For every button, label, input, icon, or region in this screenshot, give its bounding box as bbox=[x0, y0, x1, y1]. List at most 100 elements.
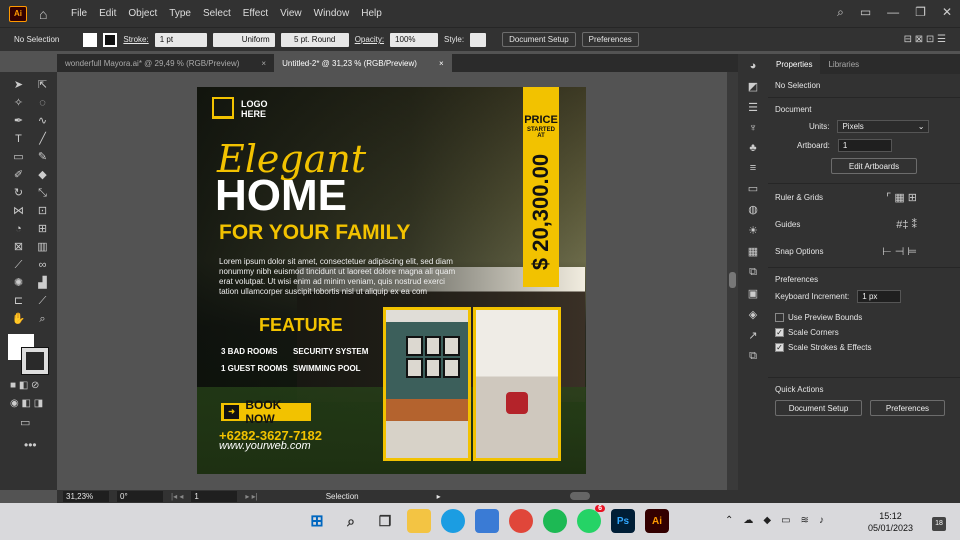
rectangle-tool-icon[interactable]: ▭ bbox=[9, 150, 28, 165]
align-icons[interactable]: ⊟ ⊠ ⊡ ☰ bbox=[904, 34, 946, 45]
zoom-tool-icon[interactable]: ⌕ bbox=[33, 312, 52, 327]
paintbrush-icon[interactable]: ✎ bbox=[33, 150, 52, 165]
menu-view[interactable]: View bbox=[280, 8, 302, 19]
color-panel-icon[interactable]: ◕ bbox=[750, 60, 757, 72]
screen-mode-icon[interactable]: ▭ bbox=[20, 416, 30, 429]
guides-icons[interactable]: #‡ ⁑ bbox=[896, 218, 917, 231]
chevron-up-icon[interactable]: ⌃ bbox=[725, 515, 733, 526]
scroll-thumb[interactable] bbox=[729, 272, 736, 288]
lasso-icon[interactable]: ◌ bbox=[33, 96, 52, 111]
draw-mode-icons[interactable]: ◉ ◧ ◨ bbox=[10, 398, 43, 409]
edit-artboards-button[interactable]: Edit Artboards bbox=[831, 158, 917, 174]
menu-type[interactable]: Type bbox=[169, 8, 191, 19]
fill-swatch[interactable] bbox=[83, 32, 98, 47]
menu-object[interactable]: Object bbox=[128, 8, 157, 19]
stroke-swatch[interactable] bbox=[103, 32, 118, 47]
menu-window[interactable]: Window bbox=[314, 8, 350, 19]
shape-builder-icon[interactable]: ◔ bbox=[9, 222, 28, 237]
photoshop-icon[interactable]: Ps bbox=[611, 509, 635, 533]
horizontal-scroll-thumb[interactable] bbox=[570, 492, 590, 500]
tab-close-icon[interactable]: × bbox=[261, 59, 266, 68]
artboard[interactable]: LOGO HERE Elegant HOME FOR YOUR FAMILY L… bbox=[197, 87, 586, 474]
artboards-panel-icon[interactable]: ⧉ bbox=[749, 266, 757, 279]
eraser-icon[interactable]: ◆ bbox=[33, 168, 52, 183]
ruler-grid-icons[interactable]: ⌜ ▦ ⊞ bbox=[886, 191, 917, 204]
windows-start-icon[interactable]: ⊞ bbox=[305, 509, 329, 533]
arrange-icon[interactable]: ▭ bbox=[860, 5, 871, 20]
line-tool-icon[interactable]: ╱ bbox=[33, 132, 52, 147]
color-guide-icon[interactable]: ◩ bbox=[748, 80, 758, 93]
chrome-icon[interactable] bbox=[509, 509, 533, 533]
tab-libraries[interactable]: Libraries bbox=[820, 54, 867, 74]
stroke-panel-icon[interactable]: ≡ bbox=[750, 162, 756, 174]
cloud-icon[interactable]: ☁ bbox=[743, 515, 753, 526]
gradient-panel-icon[interactable]: ▭ bbox=[748, 182, 758, 195]
variable-width-profile[interactable]: Uniform bbox=[212, 32, 275, 47]
stroke-color-icon[interactable] bbox=[21, 347, 49, 375]
asset-export-icon[interactable]: ⧉ bbox=[749, 350, 757, 363]
preview-bounds-checkbox[interactable] bbox=[775, 313, 784, 322]
search-icon[interactable]: ⌕ bbox=[837, 5, 844, 20]
menu-edit[interactable]: Edit bbox=[99, 8, 116, 19]
notification-count[interactable]: 18 bbox=[932, 517, 946, 531]
preferences-button[interactable]: Preferences bbox=[581, 32, 639, 47]
comments-icon[interactable]: ▣ bbox=[748, 287, 758, 300]
layers-icon[interactable]: ◈ bbox=[749, 308, 757, 321]
illustrator-taskbar-icon[interactable]: Ai bbox=[645, 509, 669, 533]
spotify-icon[interactable] bbox=[543, 509, 567, 533]
magic-wand-icon[interactable]: ✧ bbox=[9, 96, 28, 111]
perspective-grid-icon[interactable]: ⊞ bbox=[33, 222, 52, 237]
blend-tool-icon[interactable]: ∞ bbox=[33, 258, 52, 273]
graphic-styles-icon[interactable]: ▦ bbox=[748, 245, 758, 258]
rotate-tool-icon[interactable]: ↻ bbox=[9, 186, 28, 201]
symbol-sprayer-icon[interactable]: ✺ bbox=[9, 276, 28, 291]
microsoft-store-icon[interactable] bbox=[475, 509, 499, 533]
menu-select[interactable]: Select bbox=[203, 8, 231, 19]
export-icon[interactable]: ↗ bbox=[748, 329, 757, 342]
more-tools-icon[interactable]: ••• bbox=[24, 438, 37, 452]
color-mode-icons[interactable]: ■ ◧ ⊘ bbox=[10, 380, 39, 391]
selection-tool-icon[interactable]: ➤ bbox=[9, 78, 28, 93]
brushes-icon[interactable]: ♆ bbox=[749, 122, 757, 134]
scale-tool-icon[interactable]: ⤡ bbox=[33, 186, 52, 201]
app-tray-icon[interactable]: ◆ bbox=[763, 515, 771, 526]
clock[interactable]: 15:12 05/01/2023 bbox=[868, 510, 913, 534]
artboard-tool-icon[interactable]: ⊏ bbox=[9, 294, 28, 309]
width-tool-icon[interactable]: ⋈ bbox=[9, 204, 28, 219]
whatsapp-icon[interactable]: 6 bbox=[577, 505, 605, 533]
keyboard-increment-input[interactable]: 1 px bbox=[857, 290, 902, 303]
home-icon[interactable]: ⌂ bbox=[39, 6, 55, 22]
cc-libraries-icon[interactable]: ☰ bbox=[748, 101, 758, 114]
tab-close-icon[interactable]: × bbox=[439, 59, 444, 68]
close-icon[interactable]: ✕ bbox=[942, 5, 952, 20]
brush-definition[interactable]: 5 pt. Round bbox=[280, 32, 349, 47]
menu-effect[interactable]: Effect bbox=[243, 8, 268, 19]
tab-untitled-2[interactable]: Untitled-2* @ 31,23 % (RGB/Preview) × bbox=[274, 54, 452, 72]
tab-properties[interactable]: Properties bbox=[768, 54, 821, 74]
stroke-label[interactable]: Stroke: bbox=[123, 35, 148, 44]
artboard-nav-next-icon[interactable]: ▸ ▸| bbox=[245, 492, 257, 501]
task-view-icon[interactable]: ❐ bbox=[373, 509, 397, 533]
units-select[interactable]: Pixels ⌄ bbox=[837, 120, 930, 133]
search-icon[interactable]: ⌕ bbox=[339, 509, 363, 533]
transparency-icon[interactable]: ◍ bbox=[748, 203, 758, 216]
maximize-icon[interactable]: ❐ bbox=[915, 5, 926, 20]
direct-selection-tool-icon[interactable]: ⇱ bbox=[33, 78, 52, 93]
pen-tool-icon[interactable]: ✒ bbox=[9, 114, 28, 129]
appearance-icon[interactable]: ☀ bbox=[748, 224, 758, 237]
gradient-tool-icon[interactable]: ▥ bbox=[33, 240, 52, 255]
edge-browser-icon[interactable] bbox=[441, 509, 465, 533]
artboard-input[interactable]: 1 bbox=[837, 139, 892, 152]
rotation-view[interactable]: 0° bbox=[117, 491, 163, 502]
file-explorer-icon[interactable] bbox=[407, 509, 431, 533]
menu-file[interactable]: File bbox=[71, 8, 87, 19]
opacity-label[interactable]: Opacity: bbox=[355, 35, 384, 44]
slice-tool-icon[interactable]: ⟋ bbox=[33, 294, 52, 309]
stroke-weight-input[interactable]: 1 pt bbox=[154, 32, 207, 47]
wifi-icon[interactable]: ≋ bbox=[801, 515, 809, 526]
volume-icon[interactable]: ♪ bbox=[819, 515, 824, 526]
curvature-tool-icon[interactable]: ∿ bbox=[33, 114, 52, 129]
menu-help[interactable]: Help bbox=[361, 8, 382, 19]
snap-icons[interactable]: ⊢ ⊣ ⊨ bbox=[882, 245, 917, 258]
preferences-button[interactable]: Preferences bbox=[870, 400, 945, 416]
